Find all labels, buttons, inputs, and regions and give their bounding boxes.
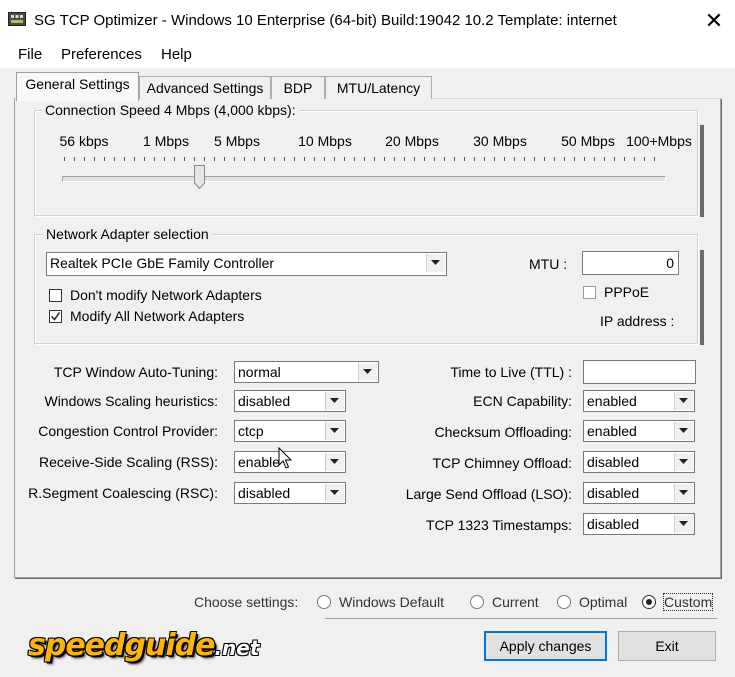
scaling-heuristics-select[interactable]: disabled — [234, 390, 346, 412]
chevron-down-icon — [325, 422, 344, 440]
checksum-offloading-select[interactable]: enabled — [583, 420, 695, 442]
tcp-autotuning-label: TCP Window Auto-Tuning: — [53, 364, 218, 380]
adapter-select-value: Realtek PCIe GbE Family Controller — [50, 255, 275, 271]
adapter-select[interactable]: Realtek PCIe GbE Family Controller — [46, 252, 447, 276]
tcp-chimney-select[interactable]: disabled — [583, 451, 695, 473]
rss-label: Receive-Side Scaling (RSS): — [39, 454, 218, 470]
lso-label: Large Send Offload (LSO): — [405, 486, 572, 502]
speed-tick-label: 1 Mbps — [143, 133, 189, 149]
window-title: SG TCP Optimizer - Windows 10 Enterprise… — [34, 12, 617, 29]
apply-changes-button[interactable]: Apply changes — [484, 631, 607, 661]
radio-optimal[interactable] — [557, 595, 571, 609]
mtu-input[interactable]: 0 — [582, 251, 679, 275]
chevron-down-icon — [674, 515, 693, 533]
tcp-chimney-label: TCP Chimney Offload: — [432, 455, 572, 471]
network-card-icon — [8, 12, 26, 26]
select-value: enabled — [587, 393, 637, 409]
speedguide-logo: speedguide.net — [28, 628, 259, 663]
chevron-down-icon — [426, 254, 445, 272]
mouse-cursor-icon — [278, 447, 293, 469]
mtu-label: MTU : — [529, 256, 568, 272]
slider-ticks — [64, 157, 655, 161]
checkmark-icon — [50, 312, 61, 321]
speed-tick-label: 100+Mbps — [626, 133, 692, 149]
group-shadow — [700, 125, 704, 217]
chevron-down-icon — [325, 453, 344, 471]
mtu-value: 0 — [666, 255, 674, 271]
modify-all-adapters-label: Modify All Network Adapters — [70, 308, 245, 324]
select-value: disabled — [587, 516, 640, 532]
radio-windows-default[interactable] — [317, 595, 331, 609]
group-shadow — [700, 250, 704, 345]
select-value: disabled — [587, 454, 640, 470]
select-value: normal — [238, 364, 281, 380]
radio-optimal-label: Optimal — [579, 594, 628, 610]
pppoe-label: PPPoE — [604, 284, 650, 300]
select-value: enable — [238, 454, 281, 470]
radio-custom-label: Custom — [662, 593, 714, 611]
rsc-select[interactable]: disabled — [234, 482, 346, 504]
exit-button[interactable]: Exit — [618, 631, 716, 661]
ecn-select[interactable]: enabled — [583, 390, 695, 412]
chevron-down-icon — [325, 484, 344, 502]
radio-current-label: Current — [492, 594, 539, 610]
ttl-input[interactable] — [583, 360, 696, 384]
checksum-offloading-label: Checksum Offloading: — [434, 424, 572, 440]
congestion-provider-select[interactable]: ctcp — [234, 420, 346, 442]
radio-current[interactable] — [470, 595, 484, 609]
network-adapter-label: Network Adapter selection — [43, 226, 212, 242]
menu-help[interactable]: Help — [161, 46, 192, 63]
radio-custom[interactable] — [642, 595, 656, 609]
speed-tick-label: 20 Mbps — [385, 133, 439, 149]
select-value: disabled — [238, 485, 291, 501]
pppoe-checkbox[interactable] — [583, 286, 596, 299]
logo-suffix-text: .net — [214, 636, 260, 660]
chevron-down-icon — [674, 453, 693, 471]
select-value: disabled — [587, 485, 640, 501]
chevron-down-icon — [325, 392, 344, 410]
connection-speed-slider[interactable] — [62, 176, 666, 182]
speed-tick-label: 5 Mbps — [214, 133, 260, 149]
close-icon: ✕ — [704, 8, 724, 33]
speed-tick-label: 56 kbps — [59, 133, 109, 149]
tcp-autotuning-select[interactable]: normal — [234, 361, 379, 383]
tab-mtu-latency[interactable]: MTU/Latency — [325, 76, 432, 99]
speed-tick-label: 10 Mbps — [298, 133, 352, 149]
speed-tick-label: 50 Mbps — [561, 133, 615, 149]
slider-thumb[interactable] — [194, 165, 205, 189]
menu-file[interactable]: File — [18, 46, 42, 63]
speed-tick-label: 30 Mbps — [473, 133, 527, 149]
ttl-label: Time to Live (TTL) : — [450, 364, 572, 380]
dont-modify-adapters-checkbox[interactable] — [49, 289, 62, 302]
chevron-down-icon — [674, 392, 693, 410]
menu-preferences[interactable]: Preferences — [61, 46, 142, 63]
select-value: enabled — [587, 423, 637, 439]
radio-windows-default-label: Windows Default — [339, 594, 445, 610]
timestamps-select[interactable]: disabled — [583, 513, 695, 535]
congestion-provider-label: Congestion Control Provider: — [38, 423, 218, 439]
tab-bdp[interactable]: BDP — [271, 76, 325, 99]
menu-bar: File Preferences Help — [0, 42, 735, 68]
divider — [325, 618, 717, 619]
scaling-heuristics-label: Windows Scaling heuristics: — [44, 393, 218, 409]
chevron-down-icon — [674, 422, 693, 440]
select-value: ctcp — [238, 423, 264, 439]
modify-all-adapters-checkbox[interactable] — [49, 310, 62, 323]
logo-main-text: speedguide — [28, 628, 215, 663]
select-value: disabled — [238, 393, 291, 409]
tab-general-settings[interactable]: General Settings — [16, 72, 139, 101]
chevron-down-icon — [358, 363, 377, 381]
rsc-label: R.Segment Coalescing (RSC): — [28, 485, 218, 501]
connection-speed-label: Connection Speed 4 Mbps (4,000 kbps): — [42, 102, 299, 118]
lso-select[interactable]: disabled — [583, 482, 695, 504]
dont-modify-adapters-label: Don't modify Network Adapters — [70, 287, 262, 303]
timestamps-label: TCP 1323 Timestamps: — [425, 517, 572, 533]
close-button[interactable]: ✕ — [696, 4, 732, 38]
tab-advanced-settings[interactable]: Advanced Settings — [139, 76, 271, 99]
ip-address-label: IP address : — [600, 313, 675, 329]
choose-settings-label: Choose settings: — [194, 594, 299, 610]
chevron-down-icon — [674, 484, 693, 502]
ecn-label: ECN Capability: — [473, 393, 572, 409]
